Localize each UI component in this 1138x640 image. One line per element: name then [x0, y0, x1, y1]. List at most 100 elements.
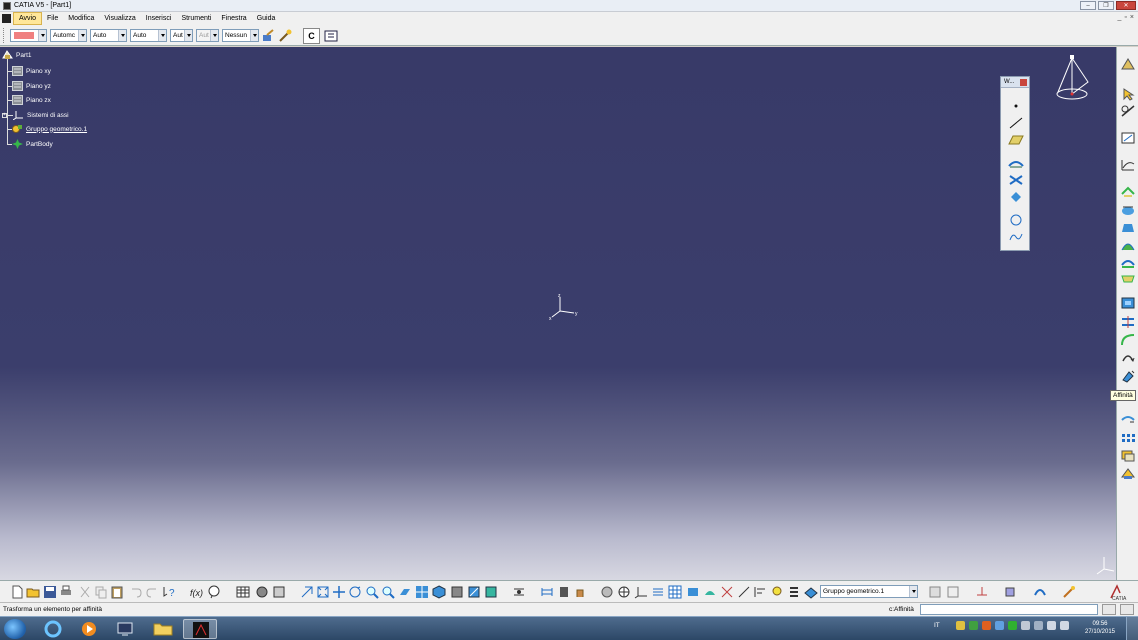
intersection-icon[interactable]: [1007, 173, 1025, 187]
table-icon[interactable]: [236, 585, 250, 599]
point-symbol-select[interactable]: Aut: [170, 29, 193, 42]
spline-icon[interactable]: [1007, 230, 1025, 244]
tray-volume-icon[interactable]: [1059, 621, 1069, 630]
material-icon[interactable]: [1003, 585, 1017, 599]
catalog-tool-icon[interactable]: [946, 585, 960, 599]
lightbulb-icon[interactable]: [770, 585, 784, 599]
whats-this-icon[interactable]: ?: [162, 585, 176, 599]
line-type-select[interactable]: Auto: [130, 29, 167, 42]
stamp-icon[interactable]: [975, 585, 989, 599]
tray-app-icon[interactable]: [981, 621, 991, 630]
powercopy-icon[interactable]: [1120, 449, 1136, 463]
language-indicator[interactable]: IT: [934, 622, 940, 629]
taskbar-ie[interactable]: [36, 619, 70, 639]
start-button-icon[interactable]: [4, 619, 26, 639]
ruler-icon[interactable]: [737, 585, 751, 599]
scan-icon[interactable]: [928, 585, 942, 599]
tray-monitor-icon[interactable]: [1046, 621, 1056, 630]
plane-tool-icon[interactable]: [1007, 133, 1025, 147]
floating-toolbar-close-icon[interactable]: [1020, 79, 1027, 86]
command-cancel-button[interactable]: [1120, 604, 1134, 615]
doc-restore-button[interactable]: ▫: [1124, 14, 1126, 21]
analysis-icon[interactable]: [600, 585, 614, 599]
tray-device-icon[interactable]: [1020, 621, 1030, 630]
command-input[interactable]: [920, 604, 1098, 615]
save-icon[interactable]: [43, 585, 57, 599]
painter-icon[interactable]: [261, 29, 275, 43]
menu-tools[interactable]: Strumenti: [176, 12, 216, 25]
pattern-icon[interactable]: [1120, 432, 1136, 446]
mark-icon[interactable]: [720, 585, 734, 599]
taskbar-media-player[interactable]: [72, 619, 106, 639]
multi-section-icon[interactable]: [1120, 272, 1136, 286]
menu-window[interactable]: Finestra: [216, 12, 251, 25]
sim-icon[interactable]: [1033, 585, 1047, 599]
catalog-browser-icon[interactable]: [255, 585, 269, 599]
menu-start[interactable]: Avvio: [13, 12, 42, 25]
parallel-curve-icon[interactable]: [1007, 190, 1025, 204]
select-arrow-icon[interactable]: [1120, 87, 1136, 101]
point-icon[interactable]: [1007, 99, 1025, 113]
fill-color-select[interactable]: [10, 29, 47, 42]
extrapolate-icon[interactable]: [1120, 412, 1136, 426]
print-icon[interactable]: [59, 585, 73, 599]
translate-icon[interactable]: [1120, 350, 1136, 364]
swap-visible-icon[interactable]: [484, 585, 498, 599]
knowledge-advisor-icon[interactable]: [272, 585, 286, 599]
layer-select[interactable]: Nessun: [222, 29, 259, 42]
photo-studio-icon[interactable]: [1062, 585, 1076, 599]
globe-icon[interactable]: [617, 585, 631, 599]
fillet-icon[interactable]: [1120, 333, 1136, 347]
document-icon[interactable]: [2, 14, 11, 23]
grid-icon[interactable]: [651, 585, 665, 599]
taskbar-catia[interactable]: [183, 619, 217, 639]
comment-icon[interactable]: [207, 585, 221, 599]
revolve-icon[interactable]: [1120, 204, 1136, 218]
hide-show-icon[interactable]: [467, 585, 481, 599]
axis-system-tool-icon[interactable]: [634, 585, 648, 599]
clock[interactable]: 09:56 27/10/2015: [1080, 620, 1120, 636]
3d-viewport[interactable]: Part1 Piano xy Piano yz Piano zx + Siste…: [0, 47, 1116, 580]
zoom-in-icon[interactable]: [365, 585, 379, 599]
formula-icon[interactable]: f(x): [190, 585, 204, 599]
apply-material-icon[interactable]: [557, 585, 571, 599]
catia-c-button[interactable]: C: [303, 28, 320, 44]
tray-shield-icon[interactable]: [955, 621, 965, 630]
tray-update-icon[interactable]: [994, 621, 1004, 630]
iso-view-icon[interactable]: [432, 585, 446, 599]
new-icon[interactable]: [10, 585, 24, 599]
line-icon[interactable]: [1007, 116, 1025, 130]
tree-item-geometrical-set[interactable]: Gruppo geometrico.1: [7, 123, 87, 135]
multi-view-icon[interactable]: [415, 585, 429, 599]
menu-help[interactable]: Guida: [252, 12, 281, 25]
extrude-icon[interactable]: [1120, 184, 1136, 198]
fly-mode-icon[interactable]: [300, 585, 314, 599]
fit-all-icon[interactable]: [316, 585, 330, 599]
projection-icon[interactable]: [1007, 156, 1025, 170]
join-icon[interactable]: [1120, 296, 1136, 310]
tree-item-partbody[interactable]: PartBody: [7, 138, 53, 150]
tree-item-axis-systems[interactable]: + Sistemi di assi: [2, 109, 69, 121]
boolean-icon[interactable]: [686, 585, 700, 599]
properties-wand-icon[interactable]: [278, 29, 292, 43]
toolbar-grip[interactable]: [3, 28, 6, 43]
geometrical-set-select[interactable]: Gruppo geometrico.1: [820, 585, 918, 598]
tray-flag-icon[interactable]: [1033, 621, 1043, 630]
rotate-icon[interactable]: [348, 585, 362, 599]
surface-icon[interactable]: [703, 585, 717, 599]
paste-icon[interactable]: [110, 585, 124, 599]
tree-root[interactable]: Part1: [2, 50, 32, 60]
zoom-out-icon[interactable]: [381, 585, 395, 599]
tray-sync-icon[interactable]: [1007, 621, 1017, 630]
measure-icon[interactable]: [540, 585, 554, 599]
align-icon[interactable]: [753, 585, 767, 599]
work-on-support-icon[interactable]: [668, 585, 682, 599]
tree-item-plane-zx[interactable]: Piano zx: [7, 94, 51, 106]
circle-icon[interactable]: [1007, 213, 1025, 227]
taskbar-explorer[interactable]: [146, 619, 180, 639]
expand-icon[interactable]: +: [2, 112, 7, 118]
doc-minimize-button[interactable]: _: [1118, 14, 1122, 21]
split-icon[interactable]: [1120, 315, 1136, 329]
open-icon[interactable]: [26, 585, 40, 599]
generative-shape-icon[interactable]: [1120, 57, 1136, 71]
